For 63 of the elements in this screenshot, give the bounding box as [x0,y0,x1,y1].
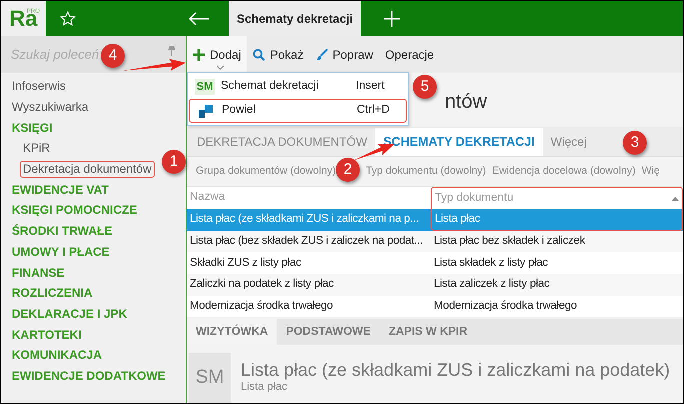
sidebar-section[interactable]: EWIDENCJE DODATKOWE [12,366,166,385]
table-cell-text: Modernizacja środka trwałego [189,299,334,314]
table-cell-text: Lista płac (ze składkami ZUS i zaliczkami na p... [189,212,420,228]
page-heading: ntów [445,90,488,115]
sidebar-item[interactable]: Wyszukiwarka [12,98,89,116]
table-row[interactable]: Lista płac (ze składkami ZUS i zaliczkami na p... Lista płac [187,209,683,231]
table-row[interactable]: Lista płac (bez składek ZUS i zaliczek na podat... Lista płac bez składek i zaliczek [187,230,683,252]
tab[interactable]: Więcej [542,128,595,156]
sort-arrow-icon [672,196,679,200]
sidebar-item[interactable]: KPiR [23,139,50,158]
table-cell-text: Modernizacja środka trwałego [433,299,578,314]
plus-icon [193,48,205,60]
pointer-arrow [123,59,186,71]
table-cell-text: Lista zaliczek z listy płac [433,277,551,292]
table-row[interactable]: Zaliczki na podatek z listy płac Lista zaliczek z listy płac [187,274,683,296]
number-callout: 2 [336,158,360,182]
filter-dropdown[interactable]: Ewidencja docelowa (dowolny) [492,164,636,180]
plus-icon[interactable] [384,10,400,26]
sidebar-section[interactable]: EWIDENCJE VAT [12,180,109,199]
toolbar-button[interactable]: Dodaj [187,36,248,73]
sidebar-section[interactable]: DEKLARACJE I JPK [12,304,128,323]
tab[interactable]: SCHEMATY DEKRETACJI [375,128,543,156]
card-title: Lista płac (ze składkami ZUS i zaliczkami na podatek) [241,359,670,382]
table-cell-text: Lista składek z listy płac [433,256,550,271]
search-icon [253,48,266,60]
sidebar-section[interactable]: KSIĘGI [12,118,53,137]
filter-dropdown[interactable]: Typ dokumentu (dowolny) [366,164,486,180]
toolbar-button[interactable]: Operacje [379,36,440,73]
tab[interactable]: ZAPIS W KPIR [380,319,477,346]
search-field[interactable]: Szukaj poleceń [11,42,103,66]
back-arrow-icon[interactable] [188,12,210,26]
tab[interactable]: PODSTAWOWE [277,319,380,346]
toolbar-button[interactable]: Pokaż [247,36,310,73]
table-cell-text: Składki ZUS z listy płac [189,256,302,271]
card-badge: SM [189,353,231,403]
table-cell-text: Lista płac bez składek i zaliczek [433,234,586,250]
sidebar-section[interactable]: KSIĘGI POMOCNICZE [12,201,138,220]
star-icon[interactable] [60,10,76,26]
sidebar-item[interactable]: Dekretacja dokumentów [20,160,155,178]
card-subtitle: Lista płac [241,381,288,394]
table-cell-text: Lista płac (bez składek ZUS i zaliczek na podat... [189,234,424,250]
table-cell-text: Zaliczki na podatek z listy płac [189,277,335,292]
sidebar-item[interactable]: Infoserwis [12,77,66,96]
active-tab[interactable]: Schematy dekretacji [229,1,362,36]
filter-dropdown[interactable]: Grupa dokumentów (dowolny) [196,164,336,180]
sidebar-section[interactable]: FINANSE [12,264,65,282]
sidebar-section[interactable]: ROZLICZENIA [12,284,93,302]
sidebar-section[interactable]: UMOWY I PŁACE [12,242,110,261]
menu-item[interactable]: Powiel Ctrl+D [189,99,407,123]
toolbar-button[interactable]: Popraw [310,36,380,73]
sidebar-section[interactable]: ŚRODKI TRWAŁE [12,222,112,240]
caret-icon [217,66,224,70]
tab[interactable]: WIZYTÓWKA [187,319,278,346]
sidebar-section[interactable]: KOMUNIKACJA [12,346,102,364]
column-header[interactable]: Nazwa [187,187,431,209]
sidebar-section[interactable]: KARTOTEKI [12,326,82,344]
brush-icon [316,48,328,60]
tab[interactable]: DEKRETACJA DOKUMENTÓW [189,128,376,156]
number-callout: 5 [413,75,437,99]
menu-badge: SM [194,78,216,96]
duplicate-icon [199,104,213,118]
menu-item[interactable]: SM Schemat dekretacji Insert [189,75,407,99]
filter-dropdown[interactable]: Wię [642,164,660,180]
